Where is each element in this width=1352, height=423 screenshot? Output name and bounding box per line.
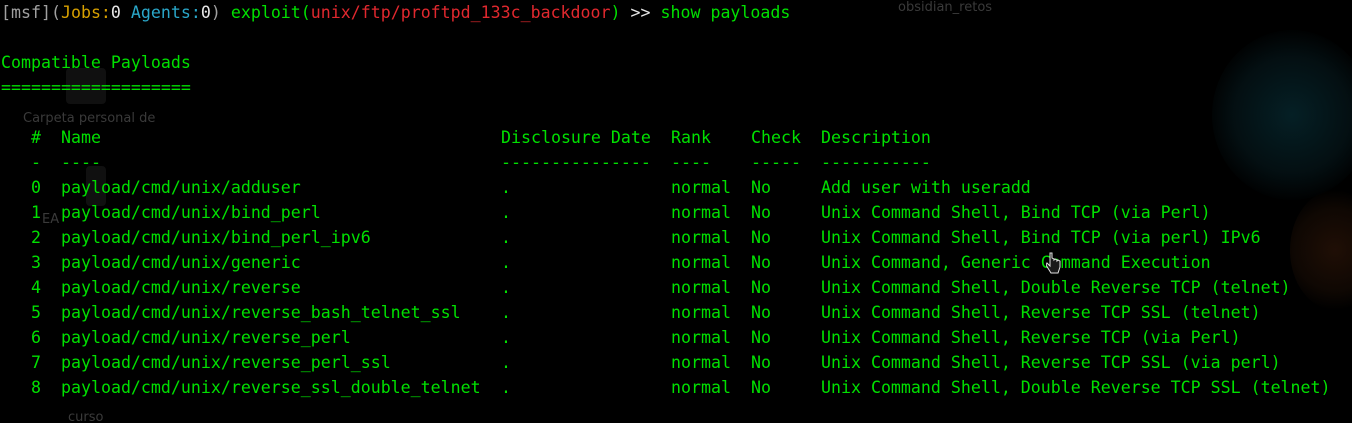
prompt-line: [msf](Jobs:0 Agents:0) exploit(unix/ftp/…	[1, 0, 790, 25]
row-date: .	[501, 203, 511, 222]
prompt-jobs-label: Jobs:	[60, 3, 111, 22]
separator-description: -----------	[821, 153, 931, 172]
table-separator: - ---- --------------- ---- ----- ------…	[0, 150, 1352, 175]
row-rank: normal	[671, 353, 731, 372]
row-date: .	[501, 353, 511, 372]
row-name: payload/cmd/unix/reverse_perl_ssl	[61, 353, 391, 372]
row-num: 6	[31, 328, 41, 347]
row-description: Unix Command Shell, Double Reverse TCP (…	[821, 278, 1291, 297]
row-description: Add user with useradd	[821, 178, 1031, 197]
row-num: 5	[31, 303, 41, 322]
row-check: No	[751, 303, 771, 322]
row-check: No	[751, 278, 771, 297]
separator-rank: ----	[671, 153, 711, 172]
prompt-agents-value: 0	[200, 3, 211, 22]
row-rank: normal	[671, 253, 731, 272]
table-row: 7 payload/cmd/unix/reverse_perl_ssl . no…	[0, 350, 1352, 375]
row-rank: normal	[671, 228, 731, 247]
table-row: 0 payload/cmd/unix/adduser . normal No A…	[0, 175, 1352, 200]
row-date: .	[501, 228, 511, 247]
row-check: No	[751, 178, 771, 197]
row-rank: normal	[671, 303, 731, 322]
row-description: Unix Command, Generic Command Execution	[821, 253, 1211, 272]
row-rank: normal	[671, 278, 731, 297]
row-description: Unix Command Shell, Reverse TCP SSL (via…	[821, 353, 1281, 372]
separator-check: -----	[751, 153, 801, 172]
row-check: No	[751, 203, 771, 222]
prompt-exploit-path: unix/ftp/proftpd_133c_backdoor	[310, 3, 611, 22]
table-row: 5 payload/cmd/unix/reverse_bash_telnet_s…	[0, 300, 1352, 325]
prompt-agents-label: Agents:	[130, 3, 201, 22]
section-underline: ===================	[1, 78, 191, 97]
table-row: 1 payload/cmd/unix/bind_perl . normal No…	[0, 200, 1352, 225]
prompt-open-bracket: [	[1, 3, 11, 22]
row-date: .	[501, 303, 511, 322]
row-check: No	[751, 228, 771, 247]
table-row: 2 payload/cmd/unix/bind_perl_ipv6 . norm…	[0, 225, 1352, 250]
row-date: .	[501, 253, 511, 272]
desktop-label-cursos: curso	[68, 410, 104, 423]
header-rank: Rank	[671, 128, 711, 147]
header-check: Check	[751, 128, 801, 147]
row-rank: normal	[671, 378, 731, 397]
row-name: payload/cmd/unix/reverse	[61, 278, 301, 297]
prompt-close-paren: )	[210, 3, 221, 22]
header-description: Description	[821, 128, 931, 147]
row-description: Unix Command Shell, Reverse TCP (via Per…	[821, 328, 1241, 347]
row-num: 3	[31, 253, 41, 272]
separator-name: ----	[61, 153, 101, 172]
prompt-msf-tag: msf	[11, 3, 41, 22]
prompt-exploit-prefix: exploit(	[230, 3, 311, 22]
row-num: 4	[31, 278, 41, 297]
row-check: No	[751, 328, 771, 347]
row-name: payload/cmd/unix/reverse_perl	[61, 328, 351, 347]
row-date: .	[501, 278, 511, 297]
row-rank: normal	[671, 178, 731, 197]
row-name: payload/cmd/unix/bind_perl_ipv6	[61, 228, 371, 247]
row-rank: normal	[671, 203, 731, 222]
row-check: No	[751, 353, 771, 372]
pointer-cursor-icon	[1046, 252, 1061, 274]
table-row: 8 payload/cmd/unix/reverse_ssl_double_te…	[0, 375, 1352, 400]
row-date: .	[501, 378, 511, 397]
section-title: Compatible Payloads	[1, 53, 191, 72]
row-date: .	[501, 328, 511, 347]
prompt-exploit-suffix: )	[610, 3, 621, 22]
separator-num: -	[31, 153, 41, 172]
header-disclosure-date: Disclosure Date	[501, 128, 651, 147]
desktop-label-obsidian: obsidian_retos	[898, 0, 993, 15]
row-name: payload/cmd/unix/bind_perl	[61, 203, 321, 222]
row-name: payload/cmd/unix/reverse_ssl_double_teln…	[61, 378, 481, 397]
row-name: payload/cmd/unix/generic	[61, 253, 301, 272]
desktop-label-home: Carpeta personal de	[23, 111, 156, 126]
row-description: Unix Command Shell, Bind TCP (via Perl)	[821, 203, 1211, 222]
row-description: Unix Command Shell, Bind TCP (via perl) …	[821, 228, 1261, 247]
row-date: .	[501, 178, 511, 197]
row-description: Unix Command Shell, Double Reverse TCP S…	[821, 378, 1331, 397]
table-row: 3 payload/cmd/unix/generic . normal No U…	[0, 250, 1352, 275]
prompt-bracket-paren: ](	[40, 3, 61, 22]
prompt-jobs-value: 0	[110, 3, 121, 22]
table-row: 6 payload/cmd/unix/reverse_perl . normal…	[0, 325, 1352, 350]
row-num: 2	[31, 228, 41, 247]
terminal-window[interactable]: Carpeta personal de EA obsidian_retos cu…	[0, 0, 1352, 423]
header-num: #	[31, 128, 41, 147]
row-num: 8	[31, 378, 41, 397]
table-header: # Name Disclosure Date Rank Check Descri…	[0, 125, 1352, 150]
row-rank: normal	[671, 328, 731, 347]
row-num: 7	[31, 353, 41, 372]
row-num: 0	[31, 178, 41, 197]
prompt-arrows: >>	[630, 3, 651, 22]
separator-disclosure-date: ---------------	[501, 153, 651, 172]
row-check: No	[751, 378, 771, 397]
command-input[interactable]: show payloads	[661, 3, 791, 22]
header-name: Name	[61, 128, 101, 147]
row-check: No	[751, 253, 771, 272]
table-row: 4 payload/cmd/unix/reverse . normal No U…	[0, 275, 1352, 300]
row-num: 1	[31, 203, 41, 222]
row-name: payload/cmd/unix/reverse_bash_telnet_ssl	[61, 303, 461, 322]
row-description: Unix Command Shell, Reverse TCP SSL (tel…	[821, 303, 1261, 322]
row-name: payload/cmd/unix/adduser	[61, 178, 301, 197]
